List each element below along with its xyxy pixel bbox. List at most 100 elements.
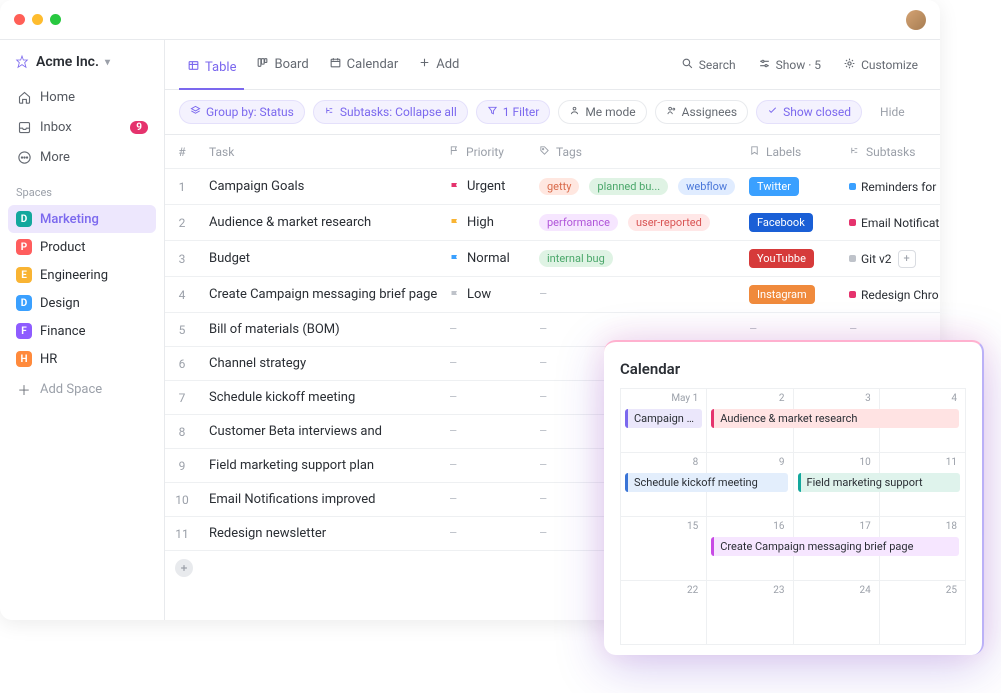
calendar-event[interactable]: Create Campaign messaging brief page <box>711 537 959 556</box>
task-name-cell[interactable]: Budget <box>199 243 439 274</box>
label[interactable]: Twitter <box>749 177 799 196</box>
subtask-link[interactable]: Redesign Chro <box>849 288 939 302</box>
table-row[interactable]: 2Audience & market researchHighperforman… <box>165 205 940 241</box>
priority-cell[interactable]: – <box>439 348 529 379</box>
subtasks-cell[interactable]: Git v2 + <box>839 242 940 276</box>
priority-cell[interactable]: – <box>439 484 529 515</box>
space-finance[interactable]: FFinance <box>8 317 156 345</box>
priority-cell[interactable]: – <box>439 450 529 481</box>
task-name-cell[interactable]: Field marketing support plan <box>199 450 439 481</box>
subtasks-cell[interactable]: Reminders for <box>839 172 940 202</box>
minimize-window-icon[interactable] <box>32 14 43 25</box>
table-row[interactable]: 3BudgetNormalinternal bugYouTubbeGit v2+ <box>165 241 940 277</box>
task-name-cell[interactable]: Bill of materials (BOM) <box>199 314 439 345</box>
subtasks-cell[interactable]: Email Notificat <box>839 208 940 238</box>
subtask-link[interactable]: Git v2 <box>849 252 892 266</box>
view-board[interactable]: Board <box>248 50 316 79</box>
view-table[interactable]: Table <box>179 50 244 90</box>
priority-cell[interactable]: Urgent <box>439 171 529 202</box>
search-button[interactable]: Search <box>673 52 744 78</box>
labels-cell[interactable]: YouTubbe <box>739 241 839 276</box>
tag[interactable]: planned bu... <box>589 178 668 195</box>
col-subtasks[interactable]: Subtasks <box>839 137 940 167</box>
calendar-cell[interactable]: 23 <box>707 581 793 645</box>
tags-cell[interactable]: internal bug <box>529 242 739 275</box>
customize-button[interactable]: Customize <box>835 52 926 78</box>
task-name-cell[interactable]: Audience & market research <box>199 207 439 238</box>
task-name-cell[interactable]: Schedule kickoff meeting <box>199 382 439 413</box>
add-space-button[interactable]: ＋ Add Space <box>8 373 156 405</box>
task-name-cell[interactable]: Email Notifications improved <box>199 484 439 515</box>
space-engineering[interactable]: EEngineering <box>8 261 156 289</box>
user-avatar[interactable] <box>906 10 926 30</box>
assignees-chip[interactable]: Assignees <box>655 100 748 124</box>
maximize-window-icon[interactable] <box>50 14 61 25</box>
calendar-event[interactable]: Campaign Goals <box>625 409 702 428</box>
label[interactable]: YouTubbe <box>749 249 814 268</box>
nav-more[interactable]: More <box>8 142 156 172</box>
task-name-cell[interactable]: Customer Beta interviews and <box>199 416 439 447</box>
calendar-cell[interactable]: 24 <box>794 581 880 645</box>
me-mode-chip[interactable]: Me mode <box>558 100 646 124</box>
col-number[interactable]: # <box>165 137 199 167</box>
priority-cell[interactable]: – <box>439 518 529 549</box>
calendar-cell[interactable]: 22 <box>621 581 707 645</box>
col-priority[interactable]: Priority <box>439 137 529 167</box>
subtask-link[interactable]: Email Notificat <box>849 216 939 230</box>
hide-button[interactable]: Hide <box>870 101 915 123</box>
space-design[interactable]: DDesign <box>8 289 156 317</box>
col-tags[interactable]: Tags <box>529 137 739 167</box>
priority-cell[interactable]: High <box>439 207 529 238</box>
calendar-cell[interactable]: 25 <box>880 581 966 645</box>
tags-cell[interactable]: performanceuser-reported <box>529 206 739 239</box>
priority-cell[interactable]: Low <box>439 279 529 310</box>
table-row[interactable]: 1Campaign GoalsUrgentgettyplanned bu...w… <box>165 169 940 205</box>
subtasks-chip[interactable]: Subtasks: Collapse all <box>313 100 468 124</box>
calendar-cell[interactable]: 10Field marketing support <box>794 453 880 517</box>
labels-cell[interactable]: Facebook <box>739 205 839 240</box>
label[interactable]: Facebook <box>749 213 813 232</box>
label[interactable]: Instagram <box>749 285 815 304</box>
tag[interactable]: getty <box>539 178 579 195</box>
nav-home[interactable]: Home <box>8 82 156 112</box>
tag[interactable]: internal bug <box>539 250 613 267</box>
workspace-selector[interactable]: Acme Inc. ▾ <box>8 48 156 82</box>
calendar-cell[interactable]: 2Audience & market research <box>707 389 793 453</box>
filter-chip[interactable]: 1 Filter <box>476 100 551 124</box>
calendar-cell[interactable]: May 1Campaign Goals <box>621 389 707 453</box>
tag[interactable]: webflow <box>678 178 735 195</box>
labels-cell[interactable]: Twitter <box>739 169 839 204</box>
calendar-cell[interactable]: 16Create Campaign messaging brief page <box>707 517 793 581</box>
calendar-cell[interactable]: 15 <box>621 517 707 581</box>
subtasks-cell[interactable]: Redesign Chro <box>839 280 940 310</box>
view-calendar[interactable]: Calendar <box>321 50 407 79</box>
view-add[interactable]: Add <box>410 50 467 79</box>
tags-cell[interactable]: – <box>529 279 739 310</box>
col-labels[interactable]: Labels <box>739 137 839 167</box>
space-marketing[interactable]: DMarketing <box>8 205 156 233</box>
show-button[interactable]: Show · 5 <box>750 52 829 78</box>
add-subtask-button[interactable]: + <box>898 250 916 268</box>
space-product[interactable]: PProduct <box>8 233 156 261</box>
priority-cell[interactable]: Normal <box>439 243 529 274</box>
calendar-event[interactable]: Schedule kickoff meeting <box>625 473 788 492</box>
labels-cell[interactable]: Instagram <box>739 277 839 312</box>
tags-cell[interactable]: getty planned bu... webflow <box>529 170 739 203</box>
show-closed-chip[interactable]: Show closed <box>756 100 862 124</box>
task-name-cell[interactable]: Channel strategy <box>199 348 439 379</box>
tag[interactable]: performance <box>539 214 618 231</box>
add-task-button[interactable] <box>175 559 193 577</box>
task-name-cell[interactable]: Redesign newsletter <box>199 518 439 549</box>
col-task[interactable]: Task <box>199 137 439 167</box>
priority-cell[interactable]: – <box>439 314 529 345</box>
task-name-cell[interactable]: Campaign Goals <box>199 171 439 202</box>
close-window-icon[interactable] <box>14 14 25 25</box>
priority-cell[interactable]: – <box>439 416 529 447</box>
subtask-link[interactable]: Reminders for <box>849 180 936 194</box>
calendar-cell[interactable]: 8Schedule kickoff meeting <box>621 453 707 517</box>
table-row[interactable]: 4Create Campaign messaging brief pageLow… <box>165 277 940 313</box>
calendar-event[interactable]: Field marketing support <box>798 473 961 492</box>
group-by-chip[interactable]: Group by: Status <box>179 100 305 124</box>
task-name-cell[interactable]: Create Campaign messaging brief page <box>199 279 439 310</box>
calendar-event[interactable]: Audience & market research <box>711 409 959 428</box>
